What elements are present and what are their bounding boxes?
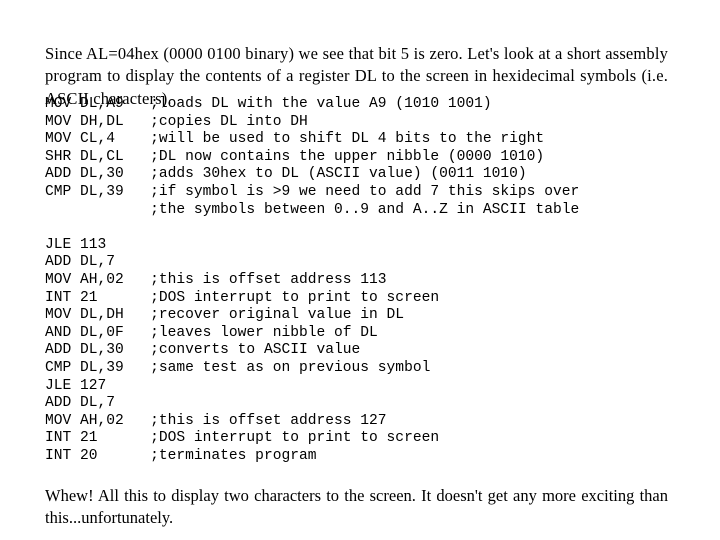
- code-line: CMP DL,39 ;same test as on previous symb…: [45, 359, 431, 376]
- code-line: INT 21 ;DOS interrupt to print to screen: [45, 289, 440, 306]
- code-line: JLE 113: [45, 236, 107, 253]
- code-line: AND DL,0F ;leaves lower nibble of DL: [45, 324, 378, 341]
- code-line: MOV DL,DH ;recover original value in DL: [45, 307, 405, 324]
- code-line: MOV CL,4 ;will be used to shift DL 4 bit…: [45, 131, 545, 148]
- code-line: JLE 127: [45, 377, 107, 394]
- assembly-code-block: MOV DL,A9 ;loads DL with the value A9 (1…: [45, 96, 685, 465]
- code-line: ADD DL,7: [45, 254, 116, 271]
- code-line: CMP DL,39 ;if symbol is >9 we need to ad…: [45, 183, 580, 200]
- code-line: ADD DL,7: [45, 395, 116, 412]
- code-line: MOV AH,02 ;this is offset address 113: [45, 271, 387, 288]
- code-line: INT 21 ;DOS interrupt to print to screen: [45, 430, 440, 447]
- code-line: INT 20 ;terminates program: [45, 447, 317, 464]
- code-line: SHR DL,CL ;DL now contains the upper nib…: [45, 148, 545, 165]
- code-line: MOV AH,02 ;this is offset address 127: [45, 412, 387, 429]
- code-line: MOV DH,DL ;copies DL into DH: [45, 113, 308, 130]
- code-line: ADD DL,30 ;adds 30hex to DL (ASCII value…: [45, 166, 527, 183]
- code-line: ADD DL,30 ;converts to ASCII value: [45, 342, 361, 359]
- slide-canvas: Since AL=04hex (0000 0100 binary) we see…: [0, 0, 720, 540]
- code-line: MOV DL,A9 ;loads DL with the value A9 (1…: [45, 96, 492, 112]
- code-line: ;the symbols between 0..9 and A..Z in AS…: [45, 201, 580, 218]
- outro-paragraph: Whew! All this to display two characters…: [45, 485, 668, 528]
